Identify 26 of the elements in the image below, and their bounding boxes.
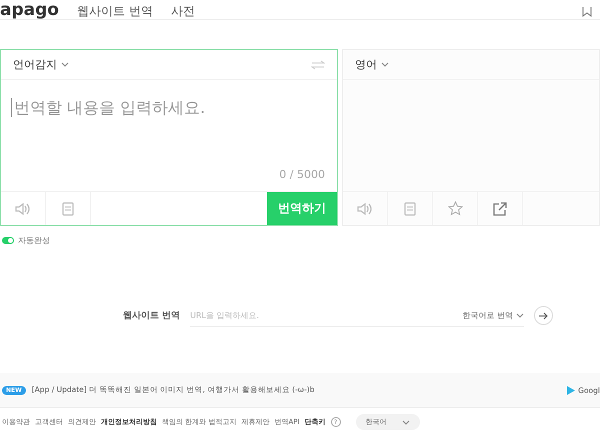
speaker-icon[interactable] bbox=[357, 202, 373, 216]
document-icon[interactable] bbox=[404, 202, 416, 216]
language-select[interactable]: 한국어로 번역 bbox=[462, 310, 513, 320]
caret-icon bbox=[402, 420, 410, 424]
caret-icon bbox=[381, 62, 389, 67]
play-store-icon[interactable] bbox=[567, 386, 576, 394]
toggle-label: 자동완성 bbox=[18, 235, 50, 246]
caret-icon bbox=[61, 62, 69, 67]
arrow-icon bbox=[539, 312, 548, 320]
swap-icon[interactable] bbox=[311, 60, 325, 70]
go-button[interactable] bbox=[534, 306, 553, 325]
nav-link[interactable]: 사전 bbox=[170, 5, 195, 17]
share-icon[interactable] bbox=[493, 202, 507, 216]
nav-link[interactable]: 웹사이트 번역 bbox=[76, 5, 153, 17]
speaker-icon[interactable] bbox=[15, 202, 31, 216]
language-select[interactable]: 영어 bbox=[355, 57, 377, 72]
url-field[interactable]: URL을 입력하세요. 한국어로 번역 bbox=[190, 304, 524, 327]
toggle-switch[interactable] bbox=[2, 237, 14, 244]
star-icon[interactable] bbox=[448, 201, 462, 216]
caret-icon bbox=[516, 312, 524, 318]
section-label: 웹사이트 번역 bbox=[123, 310, 180, 322]
character-counter: 0 / 5000 bbox=[279, 168, 325, 181]
document-icon[interactable] bbox=[62, 202, 74, 216]
language-select[interactable]: 언어감지 bbox=[13, 57, 57, 72]
logo[interactable]: apago bbox=[0, 2, 59, 19]
bookmark-icon[interactable] bbox=[582, 7, 592, 17]
